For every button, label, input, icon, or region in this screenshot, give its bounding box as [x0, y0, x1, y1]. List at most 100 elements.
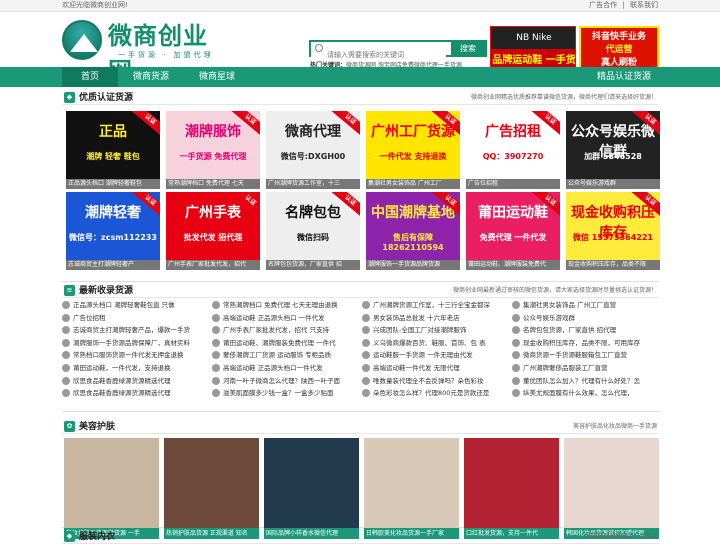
list-item[interactable]: 运动鞋服一手货源 一件无理由代发 — [362, 350, 509, 361]
list-item[interactable]: 广州手表厂家批发代发，招代 只支持 — [212, 325, 359, 336]
source-card[interactable]: 广告招租 QQ：3907270 认证 广告位招租 — [466, 111, 560, 189]
list-item[interactable]: 集潮社男女装饰品 广州工厂直营 — [512, 300, 659, 311]
shoe-ad-banner[interactable]: NB Nike 品牌运动鞋 一手货源代发 — [490, 26, 576, 71]
avatar — [62, 313, 70, 322]
beauty-card[interactable]: 日韩欧美化妆品货源一手厂家 — [364, 438, 459, 540]
avatar — [512, 301, 520, 309]
source-card-caption[interactable]: 志诚商贸主打潮牌轻奢产 — [66, 260, 160, 270]
source-card-caption[interactable]: 潮牌服饰一手货源品牌货源 — [366, 260, 460, 270]
source-card-image: 广州手表 批发代发 招代理 认证 — [166, 192, 260, 260]
source-card[interactable]: 中国潮牌基地 售后有保障 18262110594 认证 潮牌服饰一手货源品牌货源 — [366, 192, 460, 270]
source-card-caption[interactable]: 集潮社男女装饰品 广州工厂 — [366, 179, 460, 189]
source-card-caption[interactable]: 名牌包包货源，厂家直供 招 — [266, 260, 360, 270]
avatar — [512, 364, 520, 372]
source-card[interactable]: 公众号娱乐微信群 加群 5846528 认证 公众号娱乐游戏群 — [566, 111, 660, 189]
source-card-image: 现金收购积压库存 微信 15373364221 认证 — [566, 192, 660, 260]
avatar — [62, 376, 70, 385]
source-card-caption[interactable]: 正品源头档口 潮牌轻奢鞋包 — [66, 179, 160, 189]
source-card[interactable]: 潮牌服饰 一手货源 免费代理 认证 常熟潮牌档口 免费代理 七天 — [166, 111, 260, 189]
latest-sources-section: ≡ 最新收录货源 微商创业网最新通过审核的微信货源，请大家选择货源时尽量挑选认证… — [62, 284, 659, 412]
card-title: 广州工厂货源 — [371, 124, 455, 140]
list-item[interactable]: 潮牌服饰一手货源品牌保障厂，真材实料 — [62, 338, 209, 349]
list-item[interactable]: 滋美肌面膜多少钱一盒？一盒多少贴面 — [212, 388, 359, 399]
list-item[interactable]: 常熟档口服饰货源一件代发无押金退换 — [62, 350, 209, 361]
list-item[interactable]: 莆田运动鞋、潮牌服装免费代理 一件代 — [212, 338, 359, 349]
card-subtitle: 加群 5846528 — [584, 152, 642, 161]
source-card[interactable]: 正品 潮牌 轻奢 鞋包 认证 正品源头档口 潮牌轻奢鞋包 — [66, 111, 160, 189]
list-item[interactable]: 唯数童装代理全不会反弹吗？朵色彩妆 — [362, 376, 509, 387]
douyin-ad-banner[interactable]: 抖音快手业务 代运营 真人刷粉 — [579, 26, 659, 71]
source-card-caption[interactable]: 广告位招租 — [466, 179, 560, 189]
beauty-card[interactable]: 彩妆护肤品货源微货源 一手 — [64, 438, 159, 540]
source-card[interactable]: 广州工厂货源 一件代发 支持退换 认证 集潮社男女装饰品 广州工厂 — [366, 111, 460, 189]
beauty-card[interactable]: 热销护肤品货源 正规渠道 知名 — [164, 438, 259, 540]
list-item[interactable]: 朵色彩妆怎么样？代理800元是货款还是 — [362, 388, 509, 399]
source-card[interactable]: 莆田运动鞋 免费代理 一件代发 认证 莆田运动鞋、潮牌服装免费代 — [466, 192, 560, 270]
nav-certified-sources[interactable]: 精品认证货源 — [589, 67, 659, 87]
beauty-card[interactable]: 国际品牌小样香水微信代理 — [264, 438, 359, 540]
nav-wechat-planet[interactable]: 微商星球 — [184, 67, 250, 87]
ad-cooperation-link[interactable]: 广告合作 — [589, 1, 617, 9]
list-item[interactable]: 志诚商贸主打潮牌轻奢产品，爆款一手货 — [62, 325, 209, 336]
list-item[interactable]: 董优团队怎么加入？代理有什么好处？怎 — [512, 376, 659, 387]
card-title: 名牌包包 — [285, 205, 341, 221]
list-item-label: 莆田运动鞋，一件代发，支持退换 — [73, 364, 171, 372]
card-subtitle: 微信扫码 — [297, 233, 329, 242]
avatar — [362, 389, 370, 398]
section-title: 美容护肤 — [79, 422, 116, 432]
nav-wechat-sources[interactable]: 微商货源 — [118, 67, 184, 87]
list-item[interactable]: 河南一叶子微商怎么代理？陕西一叶子面 — [212, 376, 359, 387]
list-item[interactable]: 欣思食品鞋香鹿绿源货源精选代理 — [62, 388, 209, 399]
beauty-grid: 彩妆护肤品货源微货源 一手 热销护肤品货源 正规渠道 知名 国际品牌小样香水微信代理… — [62, 434, 659, 539]
list-item[interactable]: 高端运动鞋 正品源头档口一件代发 — [212, 363, 359, 374]
list-item[interactable]: 常熟潮牌档口 免费代理 七天无理由退换 — [212, 300, 359, 311]
list-item[interactable]: 公众号娱乐游戏群 — [512, 313, 659, 324]
list-item[interactable]: 微商货源一手货源鞋服箱包工厂直营 — [512, 350, 659, 361]
list-item[interactable]: 纵美尤规面膜有什么效果，怎么代理， — [512, 388, 659, 399]
beauty-card[interactable]: 韩国化妆品货源诚招加盟代理 — [564, 438, 659, 540]
source-card-caption[interactable]: 公众号娱乐游戏群 — [566, 179, 660, 189]
card-title: 中国潮牌基地 — [371, 205, 455, 221]
source-card-image: 公众号娱乐微信群 加群 5846528 认证 — [566, 111, 660, 179]
beauty-card[interactable]: 口红批发货源，支持一件代 — [464, 438, 559, 540]
nav-home[interactable]: 首页 — [62, 67, 118, 87]
contact-link[interactable]: 联系我们 — [630, 1, 658, 9]
source-card-image: 莆田运动鞋 免费代理 一件代发 认证 — [466, 192, 560, 260]
list-item[interactable]: 广州潮牌奢侈品服装工厂直营 — [512, 363, 659, 374]
source-card-caption[interactable]: 广州潮牌货源工作室，十三 — [266, 179, 360, 189]
list-item[interactable]: 兴成团队-全国工厂对接潮牌服饰 — [362, 325, 509, 336]
site-logo[interactable]: 微商创业网 一手货源 · 加盟代理 — [62, 16, 232, 85]
source-card-image: 潮牌轻奢 微信号：zcsm112233 认证 — [66, 192, 160, 260]
list-item[interactable]: 广告位招租 — [62, 313, 209, 324]
list-item[interactable]: 义乌微商爆款百货、鞋服、首饰、包 表 — [362, 338, 509, 349]
list-item[interactable]: 广州潮牌货源工作室，十三行全宝金都深 — [362, 300, 509, 311]
list-item[interactable]: 男女装饰品总批发 十六年老店 — [362, 313, 509, 324]
card-subtitle: QQ：3907270 — [482, 152, 544, 161]
avatar — [362, 364, 370, 372]
source-card[interactable]: 现金收购积压库存 微信 15373364221 认证 现金收购积压库存，品类不限 — [566, 192, 660, 270]
list-item[interactable]: 正品源头档口 潮牌轻奢鞋包直 只做 — [62, 300, 209, 311]
certified-grid: 正品 潮牌 轻奢 鞋包 认证 正品源头档口 潮牌轻奢鞋包 潮牌服饰 一手货源 免费代理 认证… — [62, 105, 660, 275]
beauty-section: ✿ 美容护肤 美容护肤品化妆品微商一手货源 彩妆护肤品货源微货源 一手 热销护肤品… — [62, 420, 659, 539]
list-item[interactable]: 名牌包包货源，厂家直供 招代理 — [512, 325, 659, 336]
source-card[interactable]: 名牌包包 微信扫码 认证 名牌包包货源，厂家直供 招 — [266, 192, 360, 270]
list-item-label: 董优团队怎么加入？代理有什么好处？怎 — [523, 376, 640, 385]
section-title: 服装内衣 — [79, 532, 116, 542]
list-item[interactable]: 欣思食品鞋香鹿绿源货源精选代理 — [62, 376, 209, 387]
list-item-label: 莆田运动鞋、潮牌服装免费代理 一件代 — [223, 338, 336, 347]
source-card-caption[interactable]: 莆田运动鞋、潮牌服装免费代 — [466, 260, 560, 270]
avatar — [362, 338, 370, 347]
search-button[interactable]: 搜索 — [451, 42, 485, 55]
list-item[interactable]: 高端运动鞋 正品源头档口 一件代发 — [212, 313, 359, 324]
source-card-caption[interactable]: 广州手表厂家批发代发，招代 — [166, 260, 260, 270]
list-item[interactable]: 莆田运动鞋，一件代发，支持退换 — [62, 363, 209, 374]
source-card[interactable]: 广州手表 批发代发 招代理 认证 广州手表厂家批发代发，招代 — [166, 192, 260, 270]
card-subtitle: 售后有保障 18262110594 — [382, 233, 444, 252]
list-item[interactable]: 奢侈潮牌工厂货源 运动服饰 专柜品质 — [212, 350, 359, 361]
source-card[interactable]: 潮牌轻奢 微信号：zcsm112233 认证 志诚商贸主打潮牌轻奢产 — [66, 192, 160, 270]
source-card-caption[interactable]: 常熟潮牌档口 免费代理 七天 — [166, 179, 260, 189]
list-item[interactable]: 现金收购积压库存，品类不限，可用库存 — [512, 338, 659, 349]
source-card[interactable]: 微商代理 微信号:DXGH00 认证 广州潮牌货源工作室，十三 — [266, 111, 360, 189]
list-item[interactable]: 高端运动鞋一件代发 无限代理 — [362, 363, 509, 374]
source-card-caption[interactable]: 现金收购积压库存，品类不限 — [566, 260, 660, 270]
